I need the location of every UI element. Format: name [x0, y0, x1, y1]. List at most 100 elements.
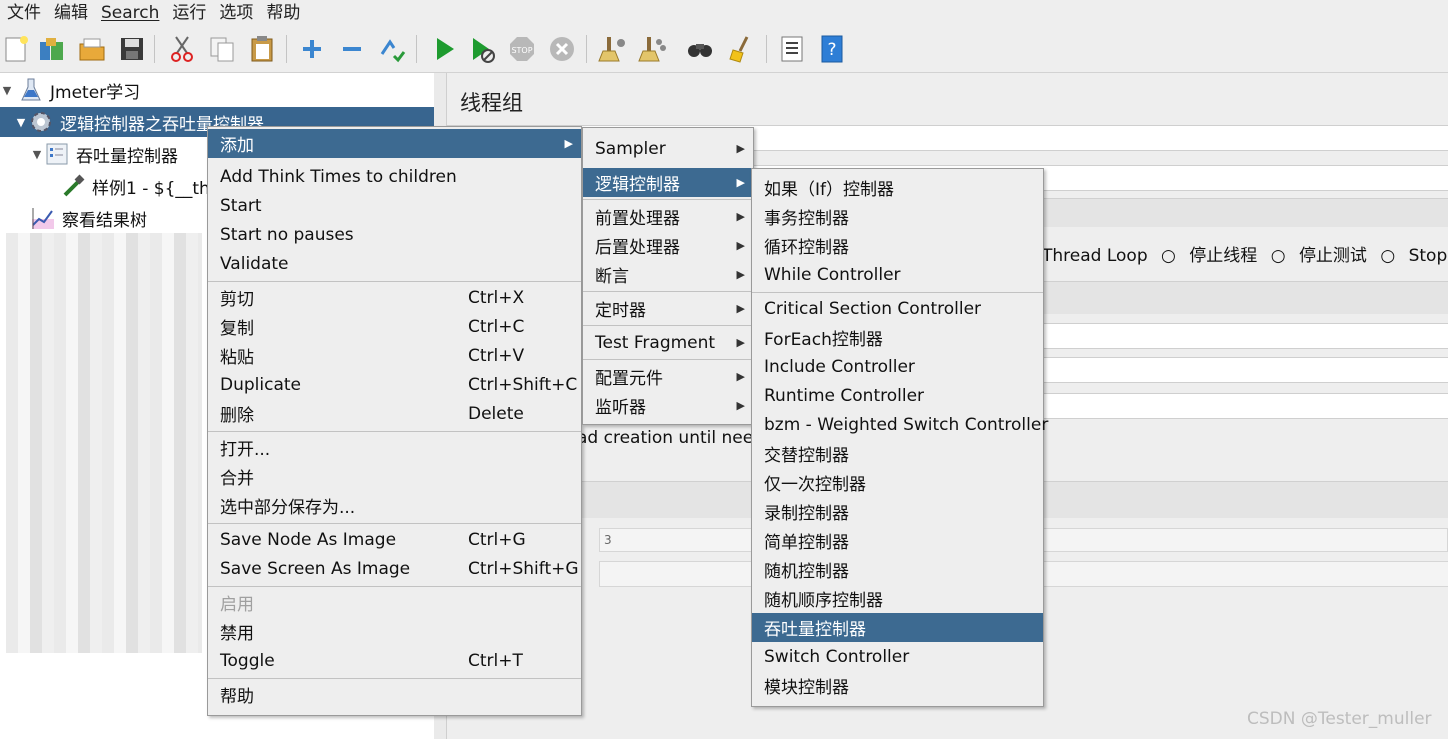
menu-item-random-order-controller[interactable]: 随机顺序控制器 [752, 584, 1043, 613]
radio-stop-test-label[interactable]: 停止测试 [1299, 246, 1367, 266]
menu-item-toggle[interactable]: Toggle Ctrl+T [208, 646, 581, 675]
toggle-icon[interactable] [376, 33, 408, 65]
new-icon[interactable] [0, 33, 32, 65]
radio-circle-icon[interactable]: ○ [1271, 246, 1286, 266]
stop-icon[interactable]: STOP [506, 33, 538, 65]
arrow-right-icon: ▶ [736, 239, 745, 252]
menu-item-cut[interactable]: 剪切 Ctrl+X [208, 283, 581, 312]
radio-stop-test-now-label[interactable]: Stop Test [1409, 246, 1448, 266]
radio-stop-thread-label[interactable]: 停止线程 [1189, 246, 1257, 266]
help-icon[interactable]: ? [816, 33, 848, 65]
menu-item-switch-controller[interactable]: Switch Controller [752, 642, 1043, 671]
menu-item-include-controller[interactable]: Include Controller [752, 352, 1043, 381]
menu-item-disable[interactable]: 禁用 [208, 617, 581, 646]
menu-item-start-no-pauses[interactable]: Start no pauses [208, 220, 581, 249]
menu-file[interactable]: 文件 [0, 2, 47, 24]
arrow-right-icon: ▶ [736, 370, 745, 383]
context-menu: 添加 ▶ Add Think Times to children Start St… [207, 126, 582, 716]
menu-item-config-element[interactable]: 配置元件 ▶ [583, 362, 753, 391]
menu-item-module-controller[interactable]: 模块控制器 [752, 671, 1043, 700]
menu-item-open[interactable]: 打开... [208, 433, 581, 462]
flask-icon [18, 77, 44, 103]
menu-item-runtime-controller[interactable]: Runtime Controller [752, 381, 1043, 410]
tree-node-listener[interactable]: 察看结果树 [30, 203, 147, 233]
menu-item-help[interactable]: 帮助 [208, 680, 581, 709]
controller-icon [44, 141, 70, 167]
menu-item-pre-processor[interactable]: 前置处理器 ▶ [583, 202, 753, 231]
menu-item-merge[interactable]: 合并 [208, 462, 581, 491]
collapse-icon[interactable] [336, 33, 368, 65]
save-icon[interactable] [116, 33, 148, 65]
start-icon[interactable] [428, 33, 460, 65]
toolbar: STOP ? [0, 26, 1448, 73]
clear-icon[interactable] [596, 33, 628, 65]
function-helper-icon[interactable] [776, 33, 808, 65]
menu-item-copy[interactable]: 复制 Ctrl+C [208, 312, 581, 341]
menu-item-listener[interactable]: 监听器 ▶ [583, 391, 753, 420]
menu-search[interactable]: Search [94, 2, 165, 24]
menu-item-interleave-controller[interactable]: 交替控制器 [752, 439, 1043, 468]
tree-node-sampler[interactable]: 样例1 - ${__th [60, 171, 210, 201]
menu-item-assertion[interactable]: 断言 ▶ [583, 260, 753, 289]
menu-item-paste[interactable]: 粘贴 Ctrl+V [208, 341, 581, 370]
expand-toggle-icon[interactable]: ▼ [14, 116, 28, 129]
menu-item-once-only-controller[interactable]: 仅一次控制器 [752, 468, 1043, 497]
radio-circle-icon[interactable]: ○ [1380, 246, 1395, 266]
menu-options[interactable]: 选项 [212, 2, 259, 24]
menu-item-start[interactable]: Start [208, 191, 581, 220]
tree-node-throughput-controller[interactable]: ▼ 吞吐量控制器 [30, 139, 178, 169]
gear-icon [28, 109, 54, 135]
menu-item-logic-controller[interactable]: 逻辑控制器 ▶ [583, 168, 753, 197]
radio-thread-loop-label[interactable]: Thread Loop [1042, 246, 1148, 266]
copy-icon[interactable] [206, 33, 238, 65]
radio-circle-icon[interactable]: ○ [1161, 246, 1176, 266]
menu-run[interactable]: 运行 [165, 2, 212, 24]
arrow-right-icon: ▶ [564, 137, 573, 150]
menu-item-timer[interactable]: 定时器 ▶ [583, 294, 753, 323]
templates-icon[interactable] [36, 33, 68, 65]
search-icon[interactable] [684, 33, 716, 65]
menu-item-random-controller[interactable]: 随机控制器 [752, 555, 1043, 584]
shutdown-icon[interactable] [546, 33, 578, 65]
menu-item-delete[interactable]: 删除 Delete [208, 399, 581, 428]
menu-item-save-selection[interactable]: 选中部分保存为... [208, 491, 581, 520]
expand-icon[interactable] [296, 33, 328, 65]
menu-bar: 文件 编辑 Search 运行 选项 帮助 [0, 0, 1448, 26]
menu-item-bzm-weighted-switch-controller[interactable]: bzm - Weighted Switch Controller [752, 410, 1048, 439]
cut-icon[interactable] [166, 33, 198, 65]
open-icon[interactable] [76, 33, 108, 65]
menu-item-add[interactable]: 添加 ▶ [208, 129, 581, 158]
reset-search-icon[interactable] [726, 33, 758, 65]
menu-item-save-screen-image[interactable]: Save Screen As Image Ctrl+Shift+G [208, 554, 581, 583]
menu-item-validate[interactable]: Validate [208, 249, 581, 278]
menu-item-loop-controller[interactable]: 循环控制器 [752, 231, 1043, 260]
clear-all-icon[interactable] [636, 33, 668, 65]
menu-item-test-fragment[interactable]: Test Fragment ▶ [583, 328, 753, 357]
menu-item-foreach-controller[interactable]: ForEach控制器 [752, 323, 1043, 352]
menu-item-post-processor[interactable]: 后置处理器 ▶ [583, 231, 753, 260]
tree-node-label: 察看结果树 [62, 210, 147, 231]
menu-item-sampler[interactable]: Sampler ▶ [583, 134, 753, 163]
menu-item-if-controller[interactable]: 如果（If）控制器 [752, 173, 1043, 202]
expand-toggle-icon[interactable]: ▼ [0, 84, 14, 97]
menu-edit[interactable]: 编辑 [47, 2, 94, 24]
start-no-pauses-icon[interactable] [466, 33, 498, 65]
paste-icon[interactable] [246, 33, 278, 65]
menu-item-add-think-times[interactable]: Add Think Times to children [208, 162, 581, 191]
menu-item-save-node-image[interactable]: Save Node As Image Ctrl+G [208, 525, 581, 554]
menu-item-transaction-controller[interactable]: 事务控制器 [752, 202, 1043, 231]
menu-item-recording-controller[interactable]: 录制控制器 [752, 497, 1043, 526]
menu-item-simple-controller[interactable]: 简单控制器 [752, 526, 1043, 555]
menu-item-critical-section-controller[interactable]: Critical Section Controller [752, 294, 1043, 323]
menu-item-duplicate[interactable]: Duplicate Ctrl+Shift+C [208, 370, 581, 399]
tree-node-label: 样例1 - ${__th [92, 178, 210, 199]
menu-item-while-controller[interactable]: While Controller [752, 260, 1043, 289]
menu-help[interactable]: 帮助 [259, 2, 306, 24]
expand-toggle-icon[interactable]: ▼ [30, 148, 44, 161]
tree-node-root[interactable]: ▼ Jmeter学习 [0, 75, 140, 105]
svg-text:?: ? [827, 40, 836, 60]
menu-item-throughput-controller[interactable]: 吞吐量控制器 [752, 613, 1043, 642]
tree-node-label: 吞吐量控制器 [76, 146, 178, 167]
sampler-error-action-group: Thread Loop ○ 停止线程 ○ 停止测试 ○ Stop Test [1042, 241, 1448, 266]
svg-text:STOP: STOP [511, 46, 532, 55]
